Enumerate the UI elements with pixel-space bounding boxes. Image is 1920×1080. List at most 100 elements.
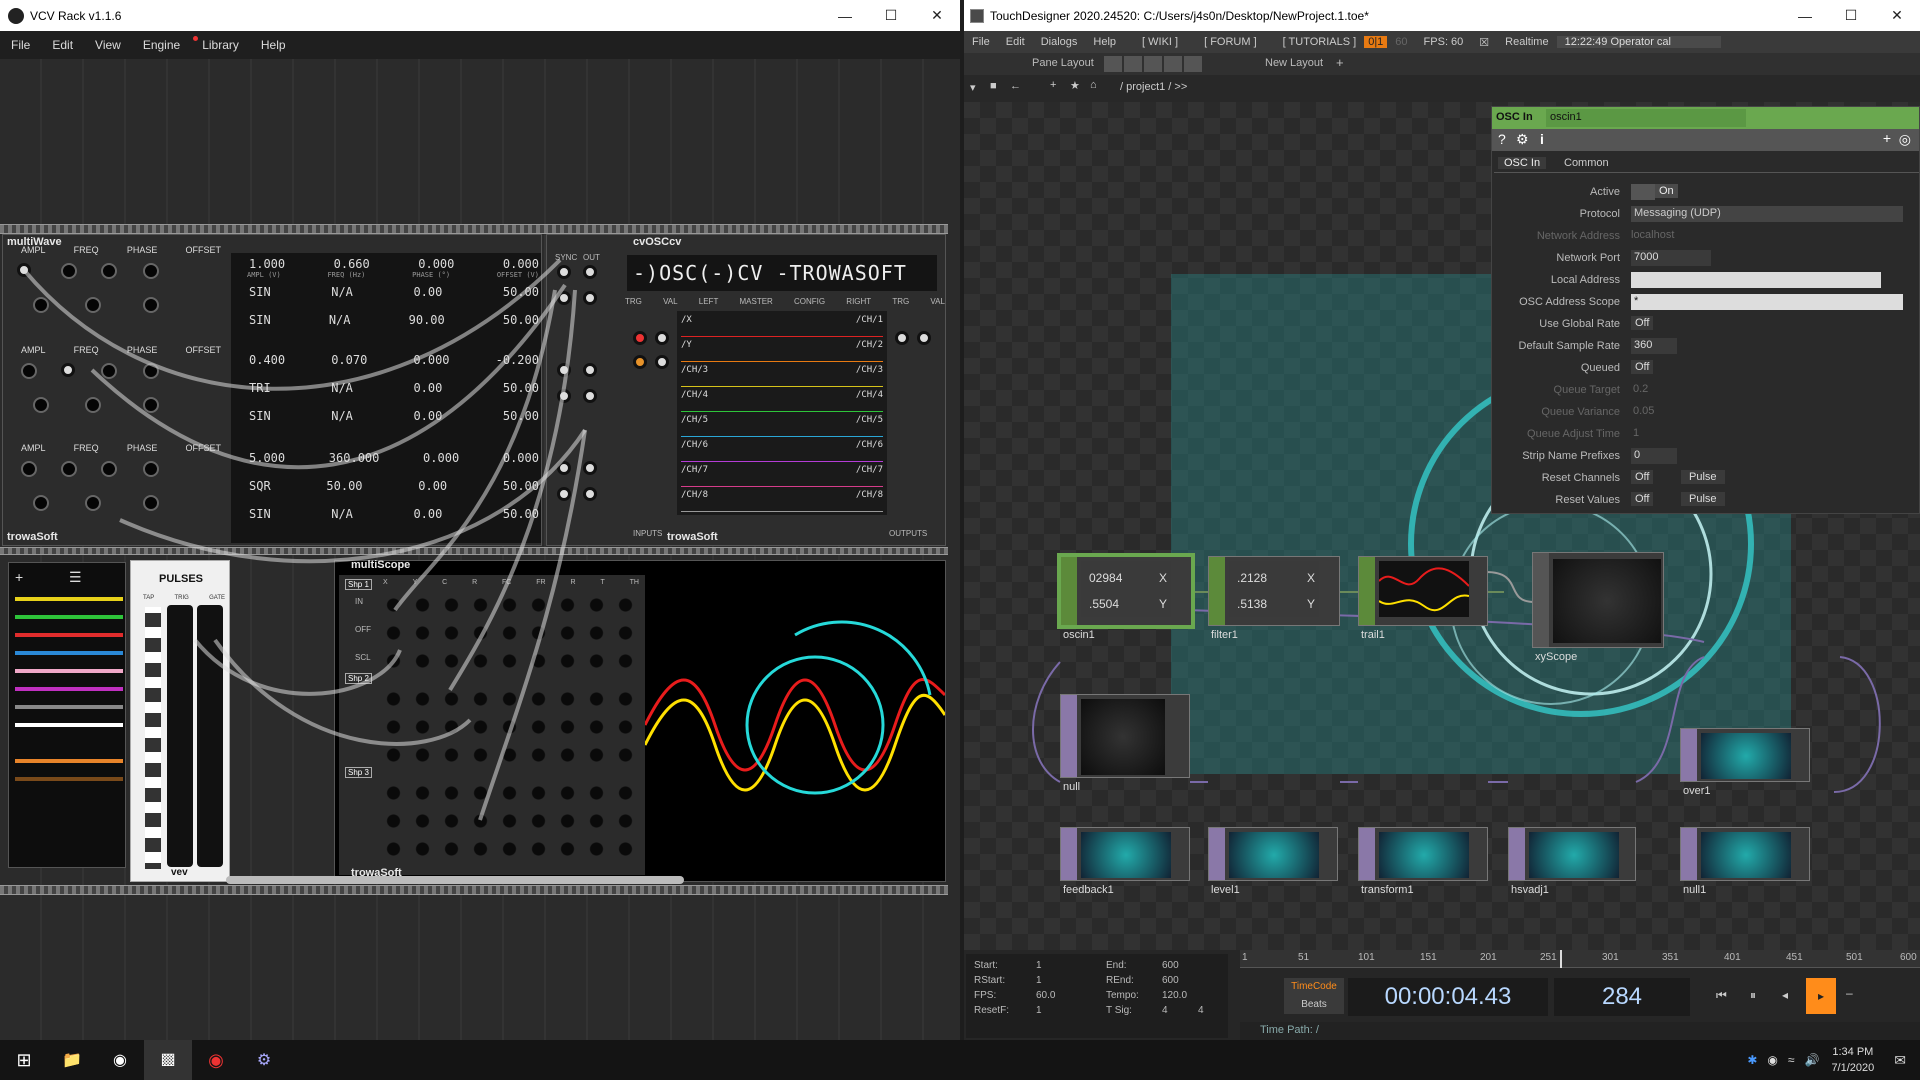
timecode-display[interactable]: 00:00:04.43 (1348, 978, 1548, 1016)
add-layout-icon[interactable]: + (1336, 55, 1344, 70)
active-toggle[interactable]: On (1655, 184, 1678, 198)
resetf-value[interactable]: 1 (1036, 1005, 1042, 1016)
close-icon[interactable]: ✕ (1874, 0, 1920, 31)
start-icon[interactable]: ⊞ (0, 1050, 48, 1071)
add-icon[interactable]: + (1883, 130, 1891, 146)
reset-channels-toggle[interactable]: Off (1631, 470, 1654, 484)
reset-values-toggle[interactable]: Off (1631, 492, 1654, 506)
node-name[interactable]: transform1 (1361, 884, 1414, 896)
tutorials-link[interactable]: [ TUTORIALS ] (1275, 36, 1365, 48)
tempo-value[interactable]: 120.0 (1162, 990, 1187, 1001)
forum-link[interactable]: [ FORUM ] (1196, 36, 1265, 48)
end-value[interactable]: 600 (1162, 960, 1179, 971)
wifi-icon[interactable]: ≈ (1788, 1053, 1795, 1067)
step-back-icon[interactable]: ◂ (1782, 988, 1788, 1002)
minus-icon[interactable]: – (1846, 986, 1853, 1000)
start-value[interactable]: 1 (1036, 960, 1042, 971)
wiki-link[interactable]: [ WIKI ] (1134, 36, 1186, 48)
rstart-value[interactable]: 1 (1036, 975, 1042, 986)
null-node[interactable]: null (1060, 694, 1190, 793)
level1-node[interactable]: level1 (1208, 827, 1338, 896)
fps-field[interactable]: 60 (1387, 36, 1415, 48)
timecode-button[interactable]: TimeCode (1284, 978, 1344, 996)
pause-icon[interactable]: ⏸ (1750, 988, 1756, 1003)
queue-adjust-field[interactable]: 1 (1633, 427, 1639, 439)
tab-osc-in[interactable]: OSC In (1498, 157, 1547, 169)
protocol-dropdown[interactable]: Messaging (UDP) (1631, 206, 1903, 222)
menu-dialogs[interactable]: Dialogs (1033, 36, 1086, 48)
tsig-numerator[interactable]: 4 (1162, 1005, 1168, 1016)
python-icon[interactable]: ⚙ (1516, 131, 1529, 148)
transform1-node[interactable]: transform1 (1358, 827, 1488, 896)
realtime-toggle-button[interactable]: 0|1 (1364, 36, 1388, 48)
osc-address-scope-field[interactable]: * (1631, 294, 1903, 310)
network-port-field[interactable]: 7000 (1631, 250, 1711, 266)
bluetooth-icon[interactable]: ✱ (1747, 1053, 1757, 1067)
strip-prefixes-field[interactable]: 0 (1631, 448, 1677, 464)
node-name[interactable]: null (1063, 781, 1080, 793)
file-explorer-icon[interactable]: 📁 (48, 1050, 96, 1070)
toggle-track[interactable] (1631, 184, 1655, 200)
node-name[interactable]: xyScope (1535, 651, 1577, 663)
pane-layout-buttons[interactable] (1104, 56, 1204, 72)
use-global-rate-toggle[interactable]: Off (1631, 316, 1654, 330)
reset-values-pulse-button[interactable]: Pulse (1681, 492, 1725, 506)
network-address-field[interactable]: localhost (1631, 229, 1674, 241)
sample-rate-field[interactable]: 360 (1631, 338, 1677, 354)
notifications-icon[interactable]: ✉ (1894, 1052, 1906, 1069)
node-name[interactable]: level1 (1211, 884, 1240, 896)
tab-common[interactable]: Common (1558, 157, 1615, 169)
reset-channels-pulse-button[interactable]: Pulse (1681, 470, 1725, 484)
hsvadj1-node[interactable]: hsvadj1 (1508, 827, 1636, 896)
oscin1-node[interactable]: 02984 X .5504 Y oscin1 (1060, 556, 1192, 641)
filter1-node[interactable]: .2128 X .5138 Y filter1 (1208, 556, 1340, 641)
chevron-down-icon[interactable]: ▾ (970, 81, 976, 94)
feedback1-node[interactable]: feedback1 (1060, 827, 1190, 896)
frame-display[interactable]: 284 (1554, 978, 1690, 1016)
timeline-ruler[interactable]: 1 51 101 151 201 251 301 351 401 451 501… (1240, 950, 1920, 968)
operator-name-field[interactable]: oscin1 (1546, 109, 1746, 127)
vcv-rack-taskbar-icon[interactable]: ◉ (96, 1050, 144, 1070)
node-name[interactable]: over1 (1683, 785, 1711, 797)
back-icon[interactable]: ← (1010, 80, 1021, 92)
time-path[interactable]: Time Path: / (1260, 1024, 1319, 1036)
play-icon[interactable]: ▸ (1806, 978, 1836, 1014)
add-icon[interactable]: + (1050, 79, 1056, 91)
local-address-field[interactable] (1631, 272, 1881, 288)
trail1-node[interactable]: trail1 (1358, 556, 1488, 641)
node-name[interactable]: filter1 (1211, 629, 1238, 641)
touchdesigner-taskbar-icon[interactable]: ▩ (144, 1040, 192, 1080)
queued-toggle[interactable]: Off (1631, 360, 1654, 374)
beats-button[interactable]: Beats (1284, 996, 1344, 1014)
node-name[interactable]: trail1 (1361, 629, 1385, 641)
playhead[interactable] (1560, 950, 1562, 968)
null1-node[interactable]: null1 (1680, 827, 1810, 896)
queue-target-field[interactable]: 0.2 (1633, 383, 1648, 395)
app-icon[interactable]: ⚙ (240, 1050, 288, 1070)
menu-help[interactable]: Help (1085, 36, 1124, 48)
chrome-icon[interactable]: ◉ (192, 1050, 240, 1071)
node-name[interactable]: null1 (1683, 884, 1706, 896)
network-icon[interactable]: ◉ (1767, 1053, 1777, 1067)
node-name[interactable]: oscin1 (1063, 629, 1095, 641)
node-name[interactable]: hsvadj1 (1511, 884, 1549, 896)
tsig-denominator[interactable]: 4 (1198, 1005, 1204, 1016)
menu-edit[interactable]: Edit (998, 36, 1033, 48)
info-icon[interactable]: i (1540, 131, 1544, 147)
volume-icon[interactable]: 🔊 (1804, 1053, 1819, 1067)
clock[interactable]: 1:34 PM 7/1/2020 (1831, 1044, 1874, 1076)
queue-variance-field[interactable]: 0.05 (1633, 405, 1654, 417)
xyscope-node[interactable]: xyScope (1532, 552, 1664, 663)
rewind-icon[interactable]: ⏮ (1716, 988, 1727, 1003)
menu-file[interactable]: File (964, 36, 998, 48)
home-icon[interactable]: ⌂ (1090, 79, 1097, 91)
network-path[interactable]: / project1 / >> (1120, 81, 1187, 93)
star-icon[interactable]: ★ (1070, 79, 1080, 92)
over1-node[interactable]: over1 (1680, 728, 1810, 797)
fps-value[interactable]: 60.0 (1036, 990, 1055, 1001)
node-name[interactable]: feedback1 (1063, 884, 1114, 896)
help-icon[interactable]: ? (1498, 131, 1506, 147)
minimize-icon[interactable]: — (1782, 0, 1828, 31)
realtime-checkbox[interactable]: ☒ (1471, 36, 1497, 49)
stop-icon[interactable]: ■ (990, 80, 997, 92)
